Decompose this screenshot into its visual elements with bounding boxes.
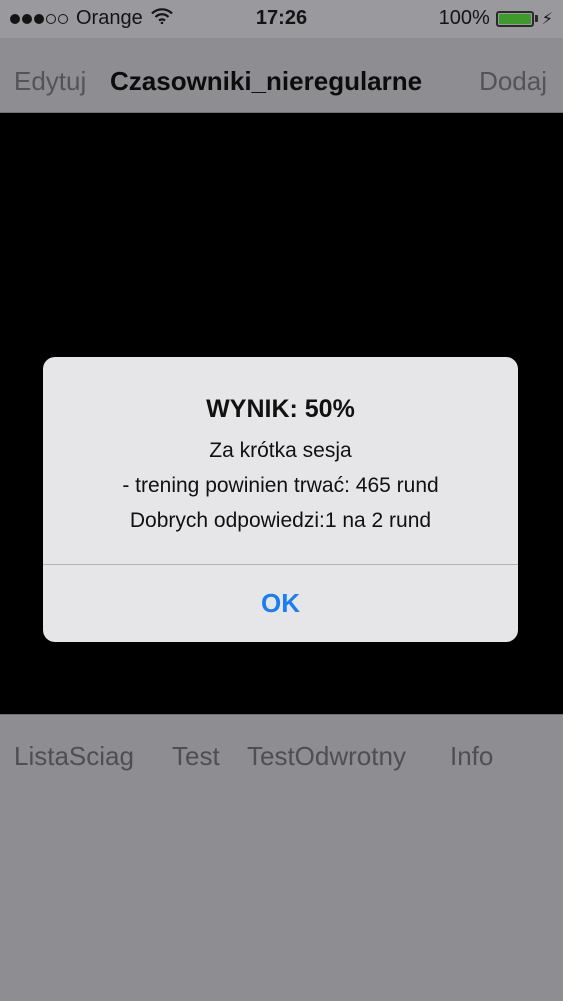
status-bar: Orange 17:26 100% ⚡ xyxy=(0,0,563,38)
result-alert-dialog: WYNIK: 50% Za krótka sesja - trening pow… xyxy=(43,357,518,642)
battery-percentage: 100% xyxy=(438,7,490,29)
charging-bolt-icon: ⚡ xyxy=(541,10,553,28)
battery-fill xyxy=(498,13,531,24)
navigation-bar: Edytuj Czasowniki_nieregularne Dodaj xyxy=(0,38,563,113)
toolbar-item-testodwrotny[interactable]: TestOdwrotny xyxy=(247,741,406,772)
page-title: Czasowniki_nieregularne xyxy=(110,66,423,96)
toolbar-item-info[interactable]: Info xyxy=(450,741,493,772)
ok-button[interactable]: OK xyxy=(43,565,518,642)
alert-title: WYNIK: 50% xyxy=(206,395,355,423)
toolbar-item-listasciag[interactable]: ListaSciag xyxy=(14,741,134,772)
toolbar-item-test[interactable]: Test xyxy=(172,741,220,772)
status-bar-right: 100% ⚡ xyxy=(439,7,553,30)
alert-message-line: - trening powinien trwać: 465 rund xyxy=(122,474,439,497)
battery-icon xyxy=(495,10,534,27)
alert-message-line: Za krótka sesja xyxy=(209,439,352,462)
alert-message-line: Dobrych odpowiedzi:1 na 2 rund xyxy=(129,509,432,532)
edit-button[interactable]: Edytuj xyxy=(14,66,86,97)
add-button[interactable]: Dodaj xyxy=(479,66,547,97)
battery-tip xyxy=(534,15,538,22)
alert-body: WYNIK: 50% Za krótka sesja - trening pow… xyxy=(43,357,518,564)
bottom-toolbar: ListaSciag Test TestOdwrotny Info xyxy=(0,714,563,1001)
